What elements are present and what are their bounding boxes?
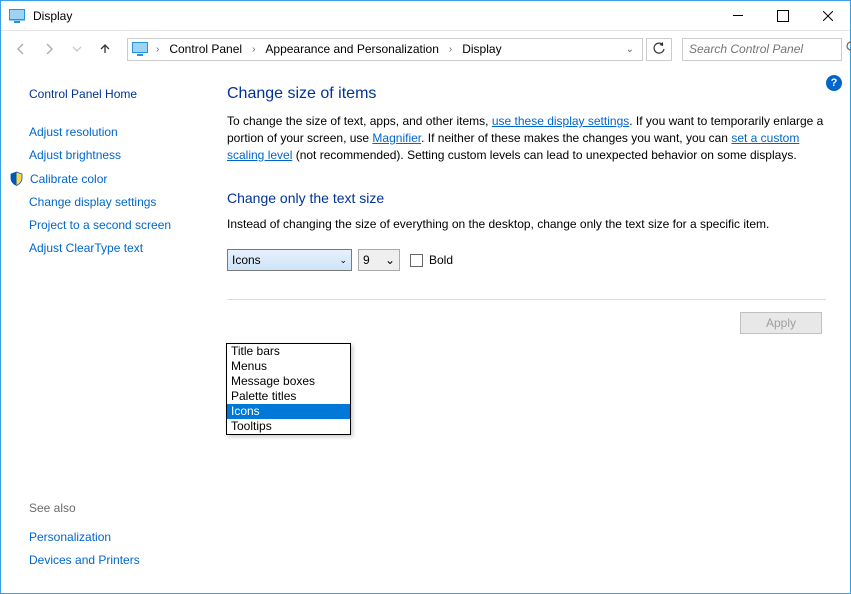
- sidebar-link-adjust-cleartype[interactable]: Adjust ClearType text: [29, 241, 199, 255]
- main-content: Change size of items To change the size …: [209, 67, 850, 593]
- window-controls: [715, 1, 850, 30]
- see-also-label: See also: [29, 501, 199, 515]
- control-panel-home-link[interactable]: Control Panel Home: [29, 87, 199, 101]
- dropdown-option-menus[interactable]: Menus: [227, 359, 350, 374]
- search-icon[interactable]: [846, 41, 851, 57]
- size-select[interactable]: 9 ⌄: [358, 249, 400, 271]
- dropdown-option-icons[interactable]: Icons: [227, 404, 350, 419]
- sidebar-link-adjust-brightness[interactable]: Adjust brightness: [29, 148, 199, 162]
- chevron-right-icon[interactable]: ›: [445, 44, 456, 55]
- titlebar: Display: [1, 1, 850, 31]
- link-display-settings[interactable]: use these display settings: [492, 114, 629, 128]
- dropdown-option-tooltips[interactable]: Tooltips: [227, 419, 350, 434]
- item-select-value: Icons: [232, 253, 261, 267]
- bold-checkbox[interactable]: [410, 254, 423, 267]
- bold-label: Bold: [429, 253, 453, 267]
- sidebar-link-project-second-screen[interactable]: Project to a second screen: [29, 218, 199, 232]
- close-button[interactable]: [805, 1, 850, 30]
- divider: [227, 299, 826, 300]
- dropdown-option-title-bars[interactable]: Title bars: [227, 344, 350, 359]
- up-button[interactable]: [93, 37, 117, 61]
- window-title: Display: [33, 9, 715, 23]
- paragraph-2: Instead of changing the size of everythi…: [227, 216, 826, 233]
- heading-change-size-items: Change size of items: [227, 85, 826, 103]
- link-magnifier[interactable]: Magnifier: [372, 131, 421, 145]
- display-icon: [132, 42, 148, 56]
- sidebar-seealso-personalization[interactable]: Personalization: [29, 530, 199, 544]
- navbar: › Control Panel › Appearance and Persona…: [1, 31, 850, 67]
- shield-icon: [9, 171, 24, 186]
- minimize-button[interactable]: [715, 1, 760, 30]
- item-select-dropdown: Title bars Menus Message boxes Palette t…: [226, 343, 351, 435]
- forward-button[interactable]: [37, 37, 61, 61]
- search-box[interactable]: [682, 38, 842, 61]
- size-select-value: 9: [363, 253, 370, 267]
- breadcrumb[interactable]: Appearance and Personalization: [263, 42, 440, 56]
- chevron-down-icon[interactable]: ⌄: [622, 44, 638, 55]
- chevron-right-icon[interactable]: ›: [152, 44, 163, 55]
- breadcrumb[interactable]: Control Panel: [167, 42, 244, 56]
- sidebar-item-label: Calibrate color: [30, 172, 107, 186]
- chevron-right-icon[interactable]: ›: [248, 44, 259, 55]
- back-button[interactable]: [9, 37, 33, 61]
- paragraph-1: To change the size of text, apps, and ot…: [227, 113, 826, 164]
- address-bar[interactable]: › Control Panel › Appearance and Persona…: [127, 38, 643, 61]
- sidebar-link-adjust-resolution[interactable]: Adjust resolution: [29, 125, 199, 139]
- item-select[interactable]: Icons ⌄: [227, 249, 352, 271]
- apply-button[interactable]: Apply: [740, 312, 822, 334]
- maximize-button[interactable]: [760, 1, 805, 30]
- sidebar-seealso-devices-printers[interactable]: Devices and Printers: [29, 553, 199, 567]
- dropdown-option-palette-titles[interactable]: Palette titles: [227, 389, 350, 404]
- sidebar-link-calibrate-color[interactable]: Calibrate color: [29, 171, 199, 186]
- search-input[interactable]: [689, 42, 846, 56]
- text-size-controls: Icons ⌄ 9 ⌄ Bold: [227, 249, 826, 271]
- heading-change-text-size: Change only the text size: [227, 190, 826, 206]
- refresh-button[interactable]: [646, 38, 672, 61]
- display-icon: [9, 9, 25, 23]
- recent-dropdown[interactable]: [65, 37, 89, 61]
- dropdown-option-message-boxes[interactable]: Message boxes: [227, 374, 350, 389]
- chevron-down-icon: ⌄: [385, 253, 395, 267]
- chevron-down-icon: ⌄: [339, 255, 347, 266]
- breadcrumb[interactable]: Display: [460, 42, 503, 56]
- sidebar-link-change-display-settings[interactable]: Change display settings: [29, 195, 199, 209]
- sidebar: Control Panel Home Adjust resolution Adj…: [1, 67, 209, 593]
